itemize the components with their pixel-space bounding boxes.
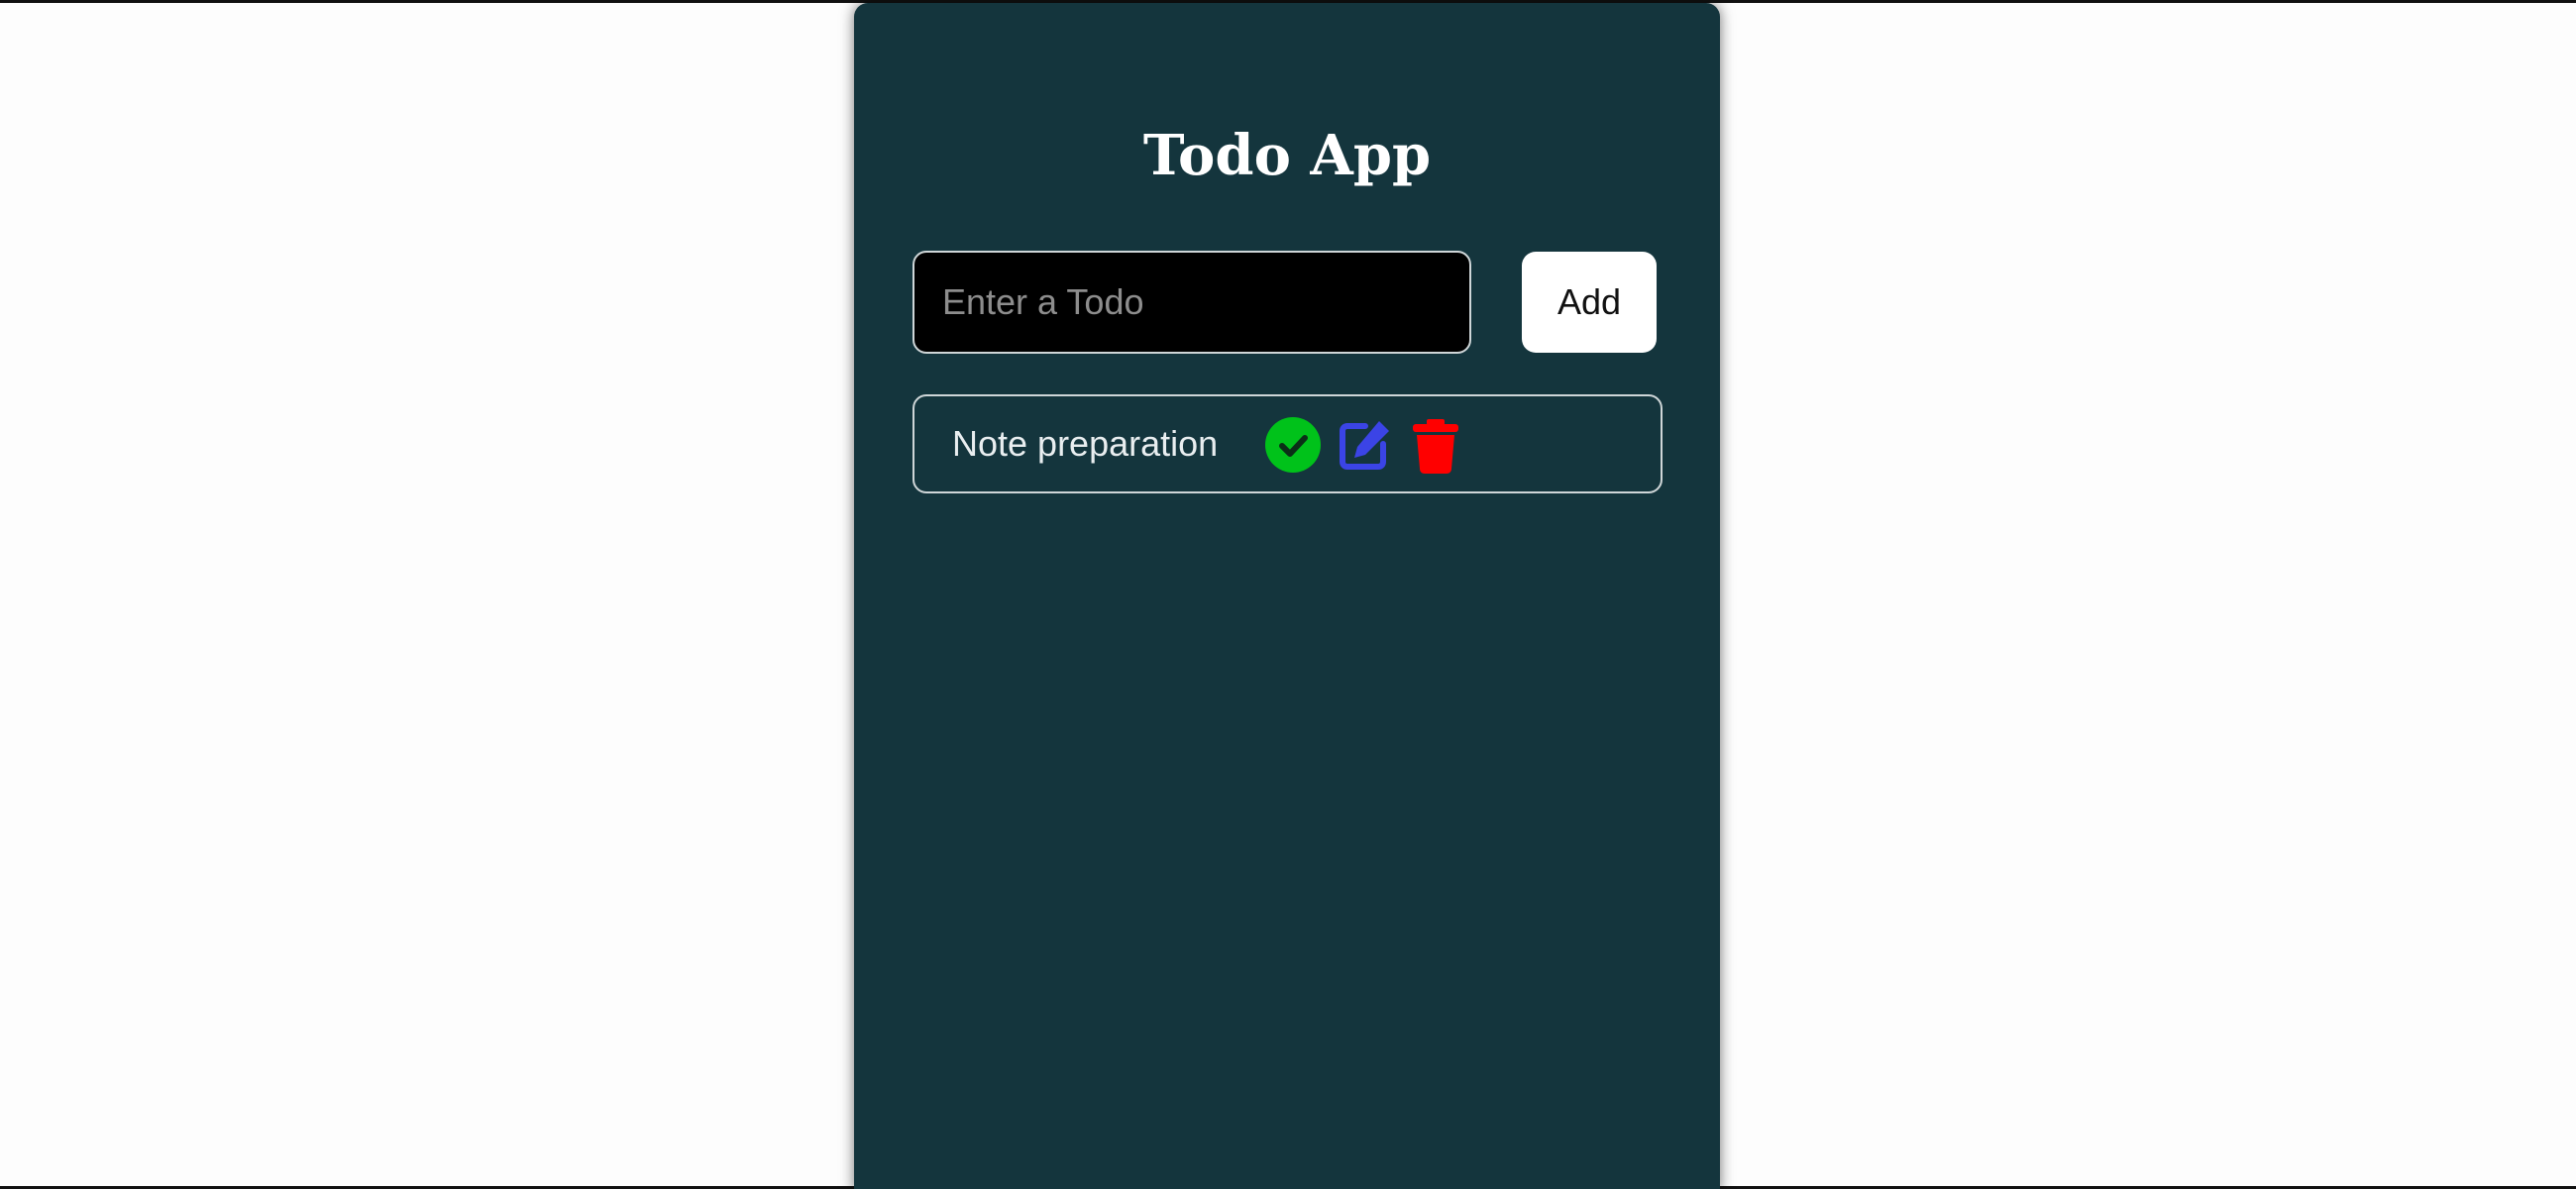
todo-item: Note preparation xyxy=(912,394,1663,493)
check-circle-icon[interactable] xyxy=(1264,416,1322,474)
todo-text: Note preparation xyxy=(952,423,1219,464)
todo-card: Todo App Add Note preparation xyxy=(854,3,1720,1189)
add-button[interactable]: Add xyxy=(1522,252,1657,353)
edit-icon[interactable] xyxy=(1336,416,1393,474)
app-title: Todo App xyxy=(1142,123,1432,188)
todo-input[interactable] xyxy=(912,251,1471,354)
trash-icon[interactable] xyxy=(1407,416,1464,474)
page: Todo App Add Note preparation xyxy=(0,0,2576,1189)
